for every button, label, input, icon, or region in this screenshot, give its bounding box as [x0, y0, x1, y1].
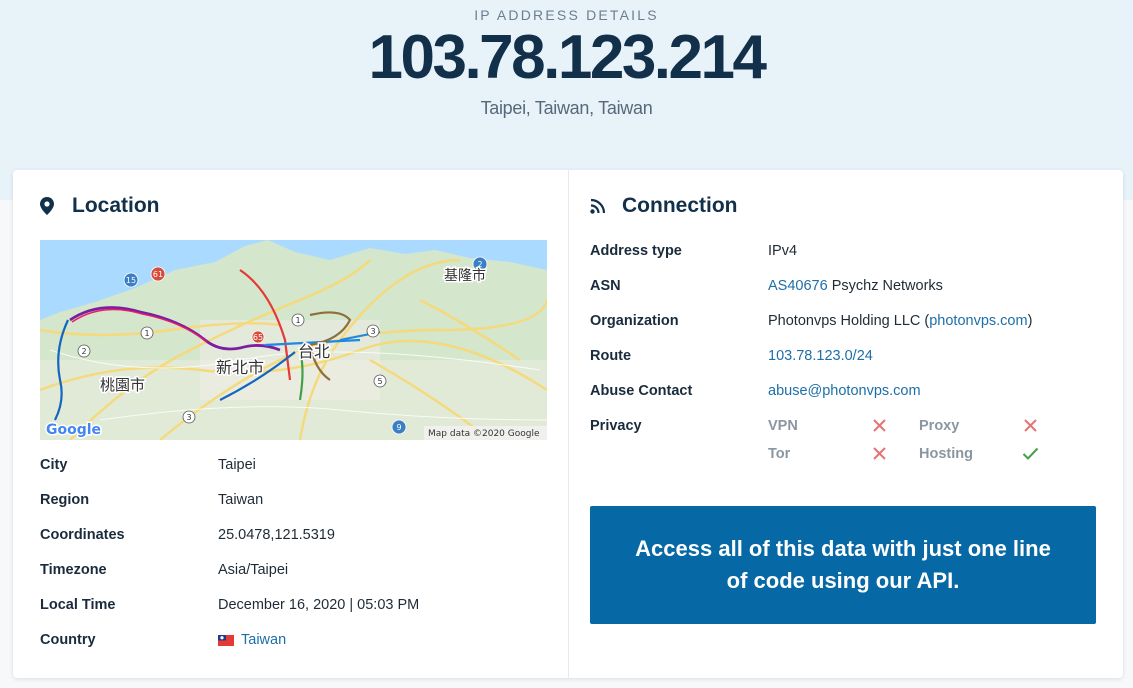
- eyebrow: IP ADDRESS DETAILS: [474, 7, 659, 23]
- route-link[interactable]: 103.78.123.0/24: [768, 348, 873, 364]
- api-cta-button[interactable]: Access all of this data with just one li…: [590, 506, 1096, 624]
- privacy-proxy-label: Proxy: [919, 418, 960, 434]
- svg-text:2: 2: [81, 347, 86, 356]
- hosting-check-icon: [1022, 446, 1039, 466]
- region-label: Region: [40, 492, 90, 508]
- connection-title: Connection: [622, 194, 738, 217]
- location-map[interactable]: 15 61 2 1 65 1 3 5 3 9 2 基隆市 台北 新北市 桃園市 …: [40, 240, 547, 440]
- map-label-keelung: 基隆市: [444, 267, 486, 284]
- svg-text:9: 9: [396, 423, 401, 432]
- svg-text:15: 15: [126, 276, 136, 285]
- card-divider: [568, 170, 569, 678]
- svg-text:1: 1: [144, 329, 149, 338]
- google-logo: Google: [46, 422, 101, 438]
- svg-text:1: 1: [295, 316, 300, 325]
- organization-name: Photonvps Holding LLC (: [768, 313, 930, 329]
- city-label: City: [40, 457, 68, 473]
- map-label-new-taipei: 新北市: [216, 358, 264, 377]
- local-time-value: December 16, 2020 | 05:03 PM: [218, 597, 420, 613]
- organization-suffix: ): [1027, 313, 1033, 329]
- proxy-cross-icon: [1023, 418, 1038, 438]
- place-subtitle: Taipei, Taiwan, Taiwan: [480, 98, 653, 118]
- map-label-taipei: 台北: [298, 342, 330, 361]
- organization-label: Organization: [590, 313, 679, 329]
- rss-icon: [590, 198, 606, 214]
- details-card: Location 15 61 2 1 65 1 3 5 3 9 2 基隆市 台北…: [13, 170, 1123, 678]
- connection-header: Connection: [590, 194, 738, 218]
- location-title: Location: [72, 194, 160, 217]
- taiwan-flag-icon: [218, 634, 234, 646]
- asn-link[interactable]: AS40676: [768, 278, 828, 294]
- svg-text:61: 61: [153, 270, 163, 279]
- map-pin-icon: [40, 197, 54, 215]
- ip-address-title: 103.78.123.214: [368, 23, 767, 92]
- region-value: Taiwan: [218, 492, 264, 508]
- location-header: Location: [40, 194, 160, 218]
- privacy-label: Privacy: [590, 418, 642, 434]
- vpn-cross-icon: [872, 418, 887, 438]
- tor-cross-icon: [872, 446, 887, 466]
- country-value[interactable]: Taiwan: [218, 632, 286, 648]
- asn-label: ASN: [590, 278, 621, 294]
- svg-text:5: 5: [377, 377, 382, 386]
- map-attribution: Map data ©2020 Google: [428, 429, 540, 439]
- address-type-value: IPv4: [768, 243, 798, 259]
- cta-line-1: Access all of this data with just one li…: [635, 536, 1051, 561]
- map-label-taoyuan: 桃園市: [100, 376, 145, 394]
- route-label: Route: [590, 348, 632, 364]
- svg-text:3: 3: [370, 327, 375, 336]
- local-time-label: Local Time: [40, 597, 116, 613]
- cta-line-2: of code using our API.: [726, 568, 960, 593]
- address-type-label: Address type: [590, 243, 682, 259]
- city-value: Taipei: [218, 457, 256, 473]
- privacy-vpn-label: VPN: [768, 418, 798, 434]
- abuse-contact-label: Abuse Contact: [590, 383, 693, 399]
- asn-name: Psychz Networks: [831, 278, 943, 294]
- organization-link[interactable]: photonvps.com: [929, 313, 1027, 329]
- privacy-tor-label: Tor: [768, 446, 791, 462]
- coordinates-label: Coordinates: [40, 527, 125, 543]
- privacy-hosting-label: Hosting: [919, 446, 973, 462]
- coordinates-value: 25.0478,121.5319: [218, 527, 335, 543]
- timezone-label: Timezone: [40, 562, 107, 578]
- timezone-value: Asia/Taipei: [218, 562, 289, 578]
- country-label: Country: [40, 632, 96, 648]
- svg-text:65: 65: [253, 333, 263, 342]
- svg-text:3: 3: [186, 413, 191, 422]
- organization-value: Photonvps Holding LLC (photonvps.com): [768, 313, 1032, 329]
- asn-value: AS40676 Psychz Networks: [768, 278, 943, 294]
- country-link[interactable]: Taiwan: [241, 632, 286, 648]
- abuse-contact-link[interactable]: abuse@photonvps.com: [768, 383, 921, 399]
